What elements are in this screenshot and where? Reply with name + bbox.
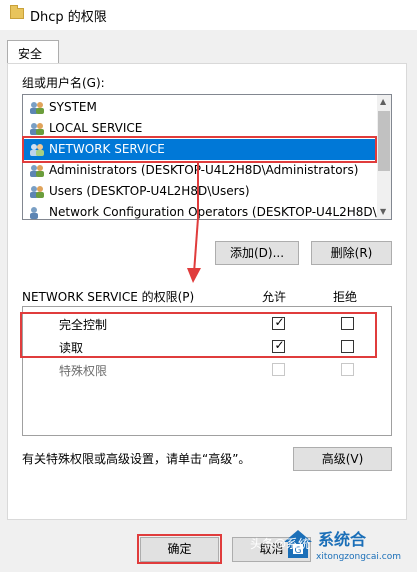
watermark: G 系统合 xitongzongcai.com 头条@系统 [250, 522, 414, 570]
watermark-brand: 系统合 [318, 530, 367, 549]
annotation-arrow [187, 163, 201, 283]
watermark-overlay: 头条@系统 [250, 537, 311, 551]
watermark-url: xitongzongcai.com [316, 552, 401, 562]
